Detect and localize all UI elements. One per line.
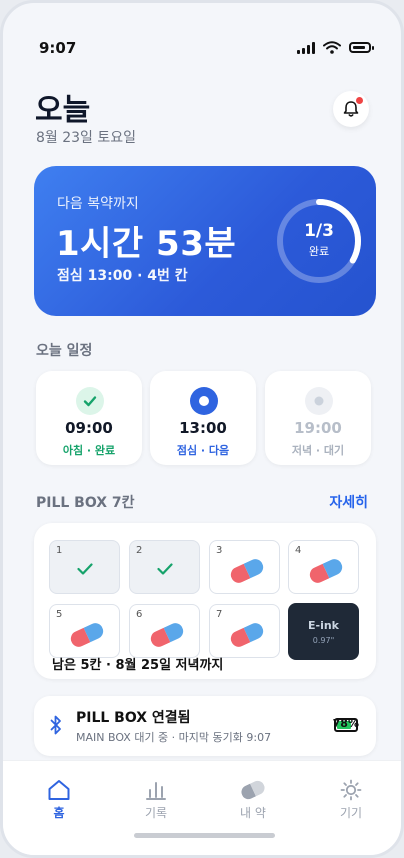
pill-icon	[228, 620, 266, 650]
schedule-status: 저녁 · 대기	[291, 444, 345, 457]
eink-display: E-ink 0.97"	[288, 603, 359, 660]
next-dose-detail: 점심 13:00 · 4번 칸	[57, 268, 188, 284]
schedule-time: 09:00	[65, 419, 113, 437]
page-title: 오늘	[35, 93, 91, 128]
next-dose-countdown: 1시간 53분	[56, 224, 237, 264]
home-icon	[48, 780, 70, 800]
connection-card[interactable]: PILL BOX 연결됨 MAIN BOX 대기 중 · 마지막 동기화 9:0…	[34, 696, 376, 756]
schedule-title: 오늘 일정	[36, 343, 93, 359]
eink-size: 0.97"	[312, 636, 335, 645]
schedule-status: 아침 · 완료	[62, 444, 116, 457]
schedule-time: 19:00	[294, 419, 342, 437]
pillbox-cell-7[interactable]: 7	[209, 604, 280, 658]
schedule-item-morning[interactable]: 09:00 아침 · 완료	[36, 371, 142, 465]
pillbox-remaining: 남은 5칸 · 8월 25일 저녁까지	[52, 658, 224, 673]
pill-icon	[68, 620, 106, 650]
bluetooth-icon	[50, 715, 61, 735]
pillbox-title: PILL BOX 7칸	[36, 495, 135, 511]
pillbox-cell-6[interactable]: 6	[129, 604, 200, 658]
tab-label: 내 약	[240, 806, 266, 820]
pillbox-cell-5[interactable]: 5	[49, 604, 120, 658]
tab-label: 홈	[53, 806, 65, 820]
cell-number: 5	[56, 609, 63, 620]
device-battery-percent: 78%	[332, 717, 359, 730]
status-bar: 9:07	[3, 33, 401, 63]
connection-subtitle: MAIN BOX 대기 중 · 마지막 동기화 9:07	[76, 731, 272, 744]
progress-ring: 1/3 완료	[275, 197, 363, 285]
next-dose-label: 다음 복약까지	[57, 196, 139, 212]
schedule-status: 점심 · 다음	[176, 444, 230, 457]
tab-my-meds[interactable]: 내 약	[213, 778, 293, 820]
tab-label: 기록	[144, 806, 168, 820]
cell-number: 2	[136, 545, 143, 556]
tab-device[interactable]: 기기	[311, 779, 391, 820]
wifi-icon	[323, 41, 341, 54]
next-dot-icon	[190, 387, 218, 415]
tab-records[interactable]: 기록	[116, 779, 196, 820]
status-time: 9:07	[39, 39, 77, 57]
chart-icon	[146, 782, 166, 800]
pillbox-cell-1[interactable]: 1	[49, 540, 120, 594]
sun-icon	[340, 779, 362, 801]
tab-home[interactable]: 홈	[19, 779, 99, 820]
cell-number: 1	[56, 545, 63, 556]
cell-number: 6	[136, 609, 143, 620]
schedule-item-evening[interactable]: 19:00 저녁 · 대기	[265, 371, 371, 465]
signal-icon	[297, 41, 315, 54]
check-icon	[157, 563, 173, 575]
pill-icon	[307, 556, 345, 586]
check-icon	[77, 563, 93, 575]
eink-label: E-ink	[308, 619, 339, 632]
pill-icon	[228, 556, 266, 586]
cell-number: 4	[295, 545, 302, 556]
check-circle-icon	[76, 387, 104, 415]
cell-number: 3	[216, 545, 223, 556]
pill-icon	[239, 778, 267, 802]
pillbox-cell-2[interactable]: 2	[129, 540, 200, 594]
connection-title: PILL BOX 연결됨	[76, 710, 191, 726]
cell-number: 7	[216, 609, 223, 620]
pillbox-cell-3[interactable]: 3	[209, 540, 280, 594]
tab-label: 기기	[339, 806, 363, 820]
schedule-time: 13:00	[179, 419, 227, 437]
phone-frame: 9:07 오늘 8월 23일 토요일 다음 복약까지 1시간 53분 점심 13…	[0, 0, 404, 858]
pillbox-card: 1 2 3 4 5 6 7 E-ink 0.97" 남은 5칸 · 8월 25일…	[34, 523, 376, 679]
progress-label: 완료	[308, 245, 330, 258]
pillbox-cell-4[interactable]: 4	[288, 540, 359, 594]
page-date: 8월 23일 토요일	[36, 130, 137, 146]
home-indicator[interactable]	[134, 833, 275, 838]
pill-icon	[148, 620, 186, 650]
progress-fraction: 1/3	[304, 221, 334, 241]
notification-dot	[356, 97, 363, 104]
schedule-item-lunch[interactable]: 13:00 점심 · 다음	[150, 371, 256, 465]
pending-dot-icon	[305, 387, 333, 415]
tab-bar: 홈 기록 내 약 기기	[3, 760, 401, 855]
notification-button[interactable]	[333, 91, 369, 127]
next-dose-card[interactable]: 다음 복약까지 1시간 53분 점심 13:00 · 4번 칸 1/3 완료	[34, 166, 376, 316]
pillbox-detail-link[interactable]: 자세히	[329, 492, 368, 512]
battery-status-icon	[349, 42, 374, 53]
